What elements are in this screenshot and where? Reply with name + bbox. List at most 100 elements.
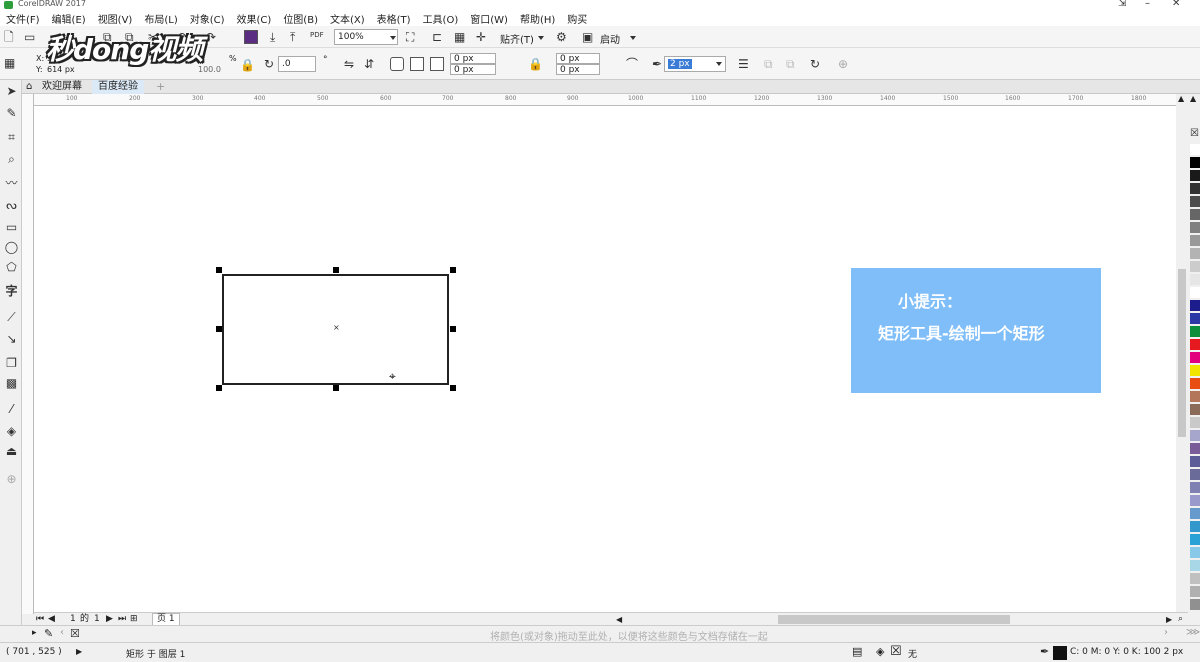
palette-swatch[interactable] xyxy=(1190,599,1200,610)
palette-swatch[interactable] xyxy=(1190,417,1200,428)
zoom-level-select[interactable]: 100% xyxy=(334,29,398,45)
menu-help[interactable]: 帮助(H) xyxy=(520,11,555,26)
palette-swatch[interactable] xyxy=(1190,534,1200,545)
vertical-scroll-thumb[interactable] xyxy=(1178,269,1186,437)
palette-swatch[interactable] xyxy=(1190,248,1200,259)
palette-swatch[interactable] xyxy=(1190,495,1200,506)
to-front-icon[interactable]: ⧉ xyxy=(764,57,773,71)
palette-swatch[interactable] xyxy=(1190,287,1200,298)
text-tool-icon[interactable]: 字 xyxy=(4,284,19,299)
publish-pdf-icon[interactable]: PDF xyxy=(310,28,324,42)
selection-handle[interactable] xyxy=(450,385,456,391)
palette-swatch[interactable] xyxy=(1190,313,1200,324)
text-wrap-icon[interactable]: ☰ xyxy=(738,57,749,71)
rectangle-tool-icon[interactable]: ▭ xyxy=(4,220,19,235)
ellipse-tool-icon[interactable]: ◯ xyxy=(4,240,19,255)
launch-menu[interactable]: 启动 xyxy=(600,31,620,46)
drop-shadow-tool-icon[interactable]: ❐ xyxy=(4,356,19,371)
palette-swatch[interactable] xyxy=(1190,547,1200,558)
menu-object[interactable]: 对象(C) xyxy=(190,11,225,26)
close-icon[interactable]: ✕ xyxy=(1172,0,1180,9)
convert-to-curves-icon[interactable]: ↻ xyxy=(810,57,820,71)
palette-swatch[interactable] xyxy=(1190,261,1200,272)
palette-swatch[interactable] xyxy=(1190,183,1200,194)
snap-dropdown-icon[interactable] xyxy=(538,36,544,40)
outline-width-dropdown-icon[interactable] xyxy=(716,62,722,66)
horizontal-ruler[interactable]: 100 200 300 400 500 600 700 800 900 1000… xyxy=(34,94,1188,106)
corner-top-right-field[interactable]: 0 px xyxy=(556,53,600,64)
redo-icon[interactable]: ↷ xyxy=(206,30,216,44)
palette-left-icon[interactable]: ‹ xyxy=(60,627,64,638)
palette-swatch[interactable] xyxy=(1190,482,1200,493)
palette-swatch[interactable] xyxy=(1190,209,1200,220)
grid-icon[interactable]: ▦ xyxy=(454,30,465,44)
palette-right-icon[interactable]: › xyxy=(1164,627,1168,638)
tab-welcome-screen[interactable]: 欢迎屏幕 xyxy=(36,80,88,94)
status-arrow-icon[interactable]: ▶ xyxy=(76,647,82,656)
menu-tools[interactable]: 工具(O) xyxy=(423,11,459,26)
horizontal-scroll-thumb[interactable] xyxy=(778,615,1010,624)
rotation-angle-field[interactable]: .0 xyxy=(278,56,316,72)
palette-swatch[interactable] xyxy=(1190,404,1200,415)
menu-table[interactable]: 表格(T) xyxy=(377,11,411,26)
options-gear-icon[interactable]: ⚙ xyxy=(556,30,567,44)
relative-corner-scaling-icon[interactable]: ⌒ xyxy=(626,57,638,71)
scalloped-corner-icon[interactable] xyxy=(410,57,424,71)
menu-layout[interactable]: 布局(L) xyxy=(144,11,177,26)
palette-swatch[interactable] xyxy=(1190,144,1200,155)
palette-swatch[interactable] xyxy=(1190,378,1200,389)
selection-handle[interactable] xyxy=(450,326,456,332)
interactive-fill-tool-icon[interactable]: ◈ xyxy=(4,424,19,439)
mirror-horizontal-icon[interactable]: ⇋ xyxy=(344,57,354,71)
menu-view[interactable]: 视图(V) xyxy=(98,11,133,26)
palette-swatch[interactable] xyxy=(1190,456,1200,467)
add-icon[interactable]: ⊕ xyxy=(838,57,848,71)
freehand-tool-icon[interactable]: 〰 xyxy=(4,176,19,191)
palette-swatch[interactable] xyxy=(1190,430,1200,441)
parallel-dimension-tool-icon[interactable]: ⟋ xyxy=(4,310,19,325)
corner-bottom-left-field[interactable]: 0 px xyxy=(450,64,496,75)
artistic-media-tool-icon[interactable]: ᔓ xyxy=(4,198,19,213)
palette-swatch[interactable] xyxy=(1190,300,1200,311)
palette-swatch[interactable] xyxy=(1190,521,1200,532)
full-screen-icon[interactable]: ⛶ xyxy=(406,30,414,44)
palette-swatch[interactable] xyxy=(1190,508,1200,519)
connector-tool-icon[interactable]: ↘ xyxy=(4,332,19,347)
add-tool-icon[interactable]: ⊕ xyxy=(4,472,19,487)
menu-file[interactable]: 文件(F) xyxy=(6,11,40,26)
palette-swatch[interactable] xyxy=(1190,443,1200,454)
tab-baidu-jingyan[interactable]: 百度经验 xyxy=(92,80,144,94)
menu-edit[interactable]: 编辑(E) xyxy=(52,11,86,26)
transparency-tool-icon[interactable]: ▩ xyxy=(4,376,19,391)
snap-to-menu[interactable]: 贴齐(T) xyxy=(500,31,534,46)
no-color-swatch-icon[interactable]: ☒ xyxy=(1190,128,1199,139)
mirror-vertical-icon[interactable]: ⇵ xyxy=(364,57,374,71)
zoom-dropdown-icon[interactable] xyxy=(390,36,396,40)
polygon-tool-icon[interactable]: ⬠ xyxy=(4,260,19,275)
selection-handle[interactable] xyxy=(450,267,456,273)
home-icon[interactable]: ⌂ xyxy=(26,81,32,92)
corner-bottom-right-field[interactable]: 0 px xyxy=(556,64,600,75)
palette-swatch[interactable] xyxy=(1190,560,1200,571)
zoom-tool-icon[interactable]: ⌕ xyxy=(4,152,19,167)
smart-fill-tool-icon[interactable]: ⏏ xyxy=(4,444,19,459)
lock-corners-icon[interactable]: 🔒 xyxy=(528,57,543,71)
menu-bitmaps[interactable]: 位图(B) xyxy=(283,11,318,26)
vertical-scrollbar[interactable]: ▲ xyxy=(1176,94,1188,612)
palette-swatch[interactable] xyxy=(1190,352,1200,363)
guidelines-icon[interactable]: ✛ xyxy=(476,30,486,44)
palette-swatch[interactable] xyxy=(1190,157,1200,168)
to-back-icon[interactable]: ⧉ xyxy=(786,57,795,71)
palette-expand-icon[interactable]: ⋙ xyxy=(1186,627,1200,638)
drawing-canvas[interactable]: × ⌖ 小提示： 矩形工具-绘制一个矩形 xyxy=(34,106,1176,612)
palette-swatch[interactable] xyxy=(1190,391,1200,402)
scroll-up-icon[interactable]: ▲ xyxy=(1178,94,1184,103)
lock-ratio-icon[interactable]: 🔒 xyxy=(240,58,255,72)
new-document-icon[interactable]: 🗋 xyxy=(4,30,14,44)
menu-buy[interactable]: 购买 xyxy=(567,11,587,26)
menu-text[interactable]: 文本(X) xyxy=(330,11,365,26)
corner-top-left-field[interactable]: 0 px xyxy=(450,53,496,64)
menu-effects[interactable]: 效果(C) xyxy=(237,11,272,26)
vertical-ruler[interactable] xyxy=(22,94,34,614)
application-launcher-icon[interactable]: ▣ xyxy=(582,30,593,44)
